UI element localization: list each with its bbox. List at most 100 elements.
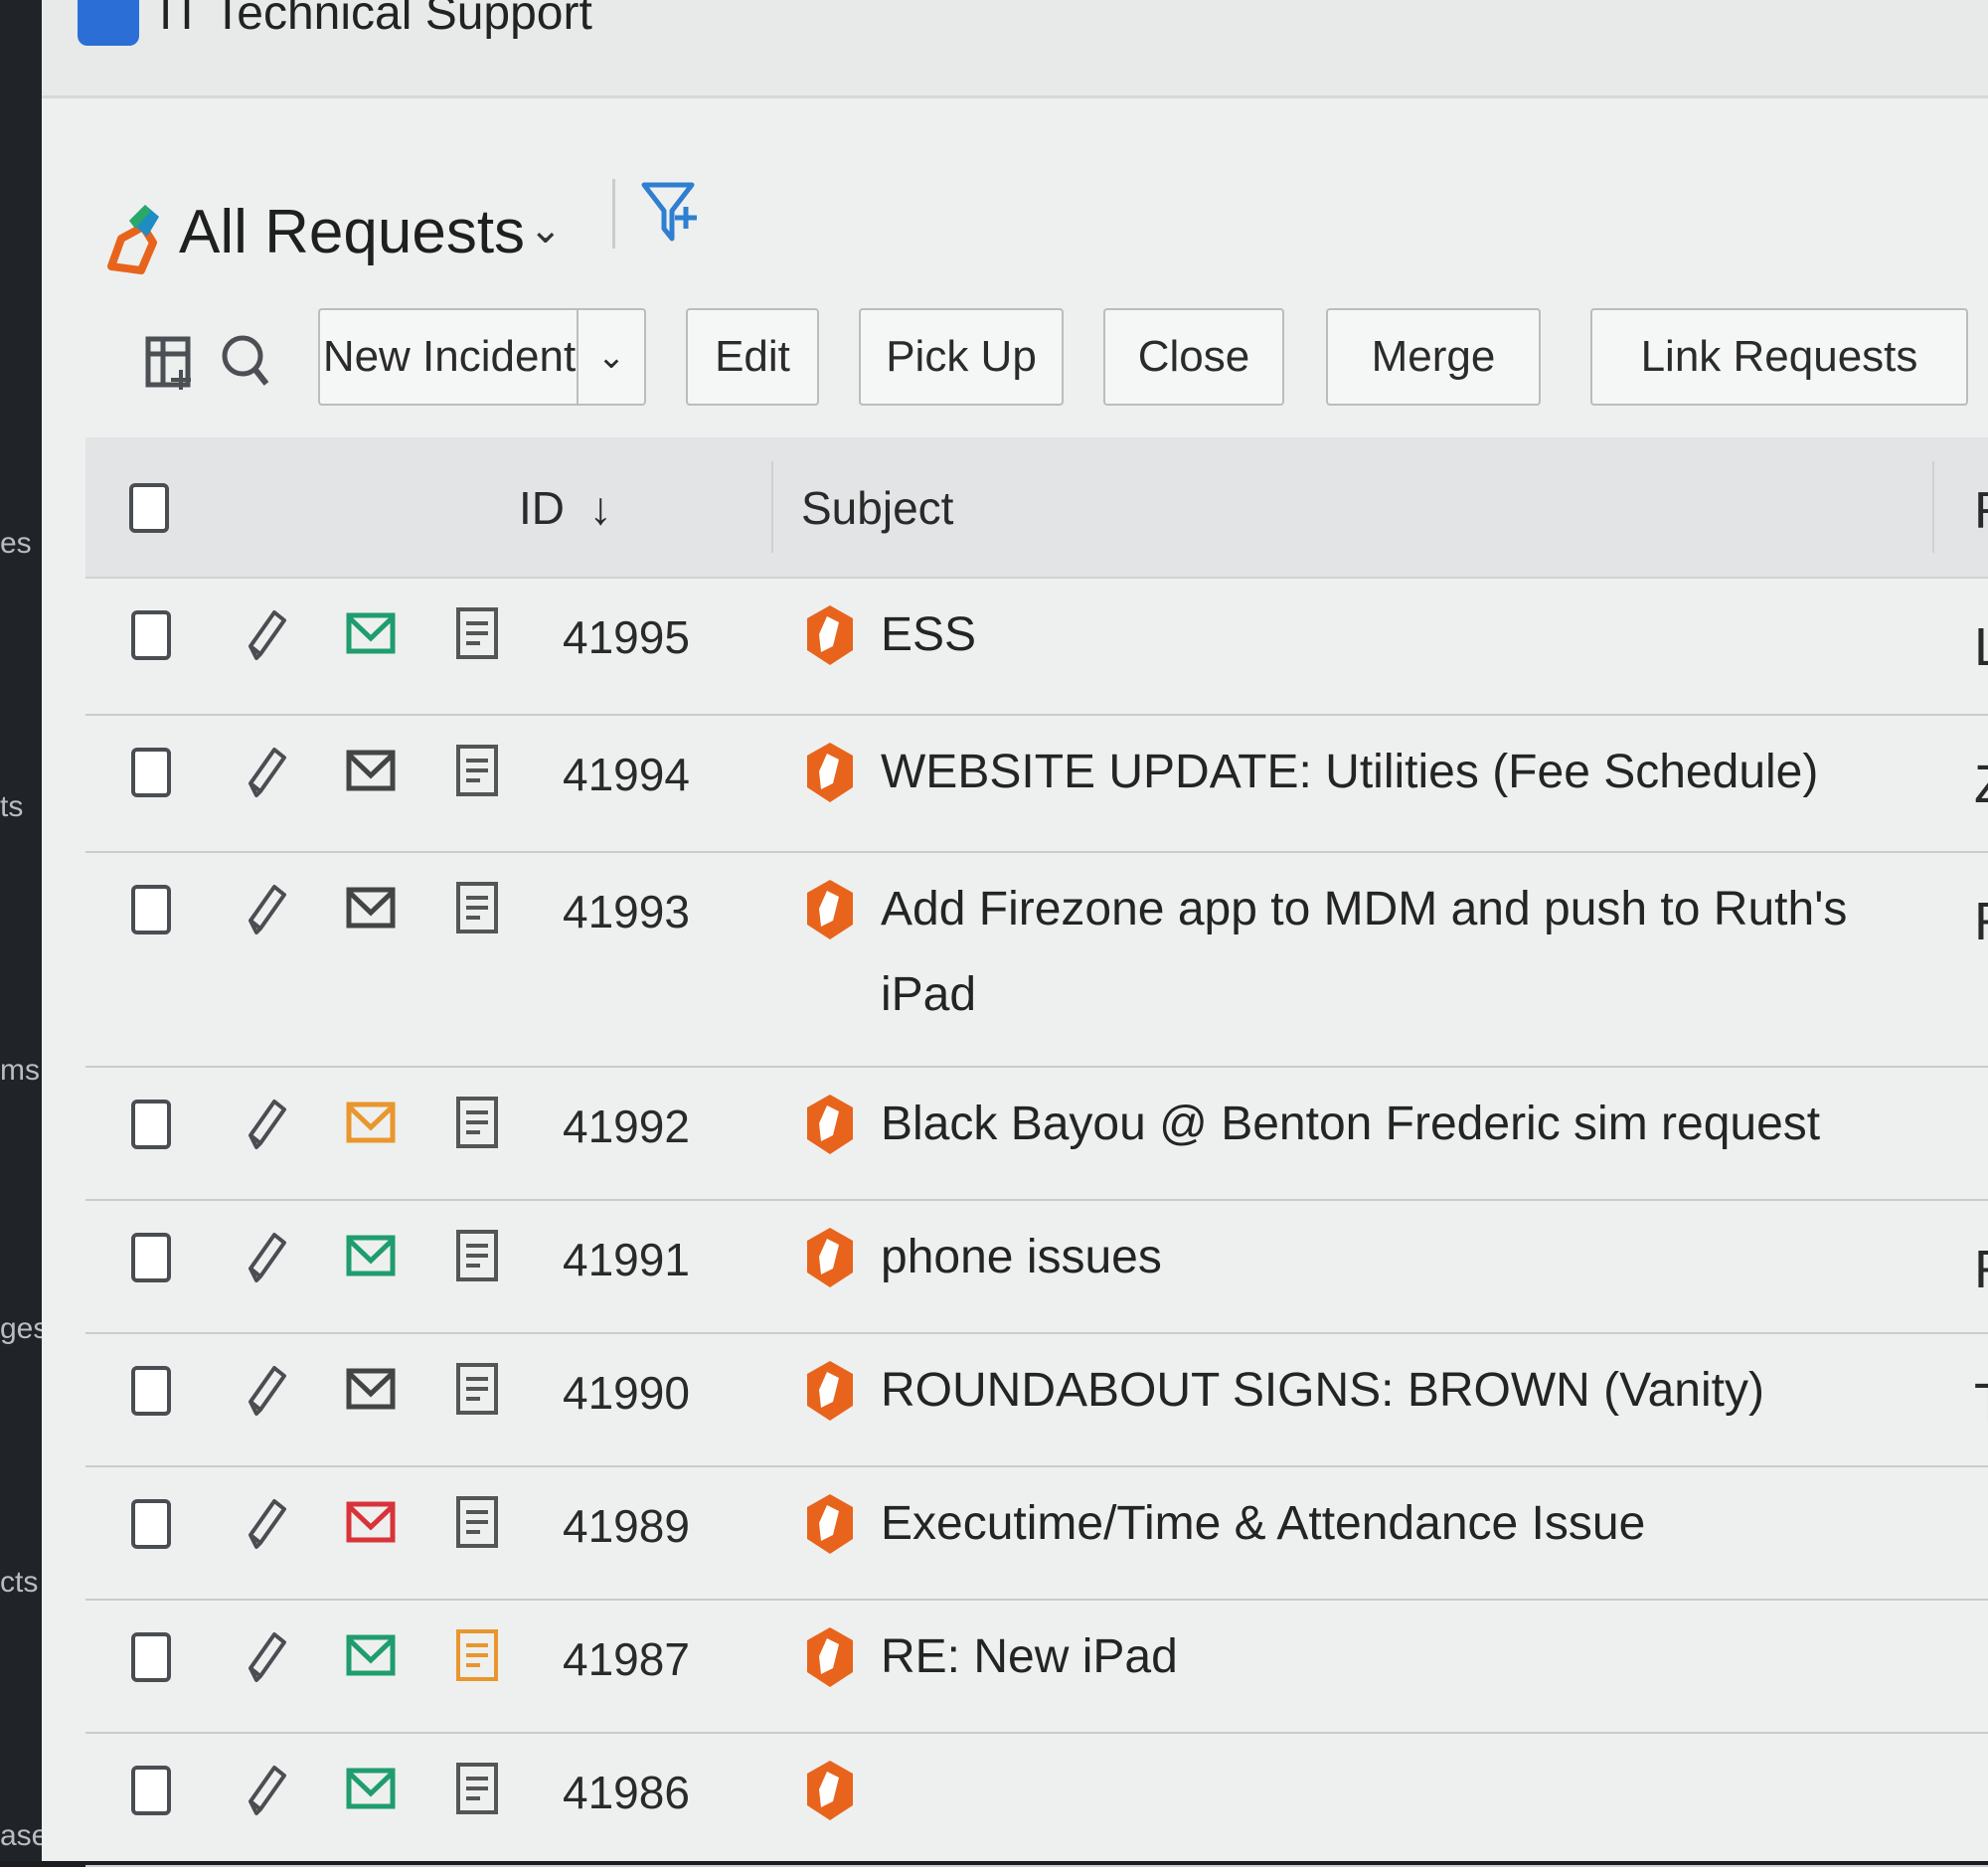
table-row[interactable]: 41986 bbox=[85, 1732, 1988, 1867]
edit-pencil-icon[interactable] bbox=[245, 744, 288, 804]
mail-icon[interactable] bbox=[346, 1634, 396, 1681]
row-checkbox[interactable] bbox=[131, 610, 171, 660]
notes-icon[interactable] bbox=[455, 1096, 499, 1154]
request-subject[interactable]: ROUNDABOUT SIGNS: BROWN (Vanity) bbox=[881, 1348, 1914, 1434]
add-filter-icon[interactable] bbox=[638, 177, 708, 247]
request-subject[interactable]: Executime/Time & Attendance Issue bbox=[881, 1481, 1914, 1567]
mail-icon[interactable] bbox=[346, 1501, 396, 1548]
mail-icon[interactable] bbox=[346, 750, 396, 796]
sidebar-fragment[interactable]: ts bbox=[0, 790, 23, 824]
edit-pencil-icon[interactable] bbox=[245, 1229, 288, 1289]
request-subject[interactable]: WEBSITE UPDATE: Utilities (Fee Schedule) bbox=[881, 730, 1914, 815]
request-subject[interactable]: Black Bayou @ Benton Frederic sim reques… bbox=[881, 1082, 1914, 1167]
request-id[interactable]: 41994 bbox=[563, 748, 690, 801]
notes-icon[interactable] bbox=[455, 744, 499, 802]
new-incident-dropdown[interactable]: ⌄ bbox=[577, 308, 646, 406]
app-title: IT Technical Support bbox=[159, 0, 592, 40]
table-header: ID ↓ Subject Re bbox=[85, 437, 1988, 579]
table-row[interactable]: 41991 phone issues Ry bbox=[85, 1199, 1988, 1334]
merge-button[interactable]: Merge bbox=[1326, 308, 1541, 406]
sidebar-fragment[interactable]: cts bbox=[0, 1566, 38, 1600]
column-header-requester[interactable]: Re bbox=[1974, 481, 1988, 541]
request-id[interactable]: 41995 bbox=[563, 610, 690, 664]
column-header-label: ID bbox=[519, 482, 565, 534]
requester-name[interactable]: Ru bbox=[1974, 891, 1988, 952]
request-subject[interactable]: Add Firezone app to MDM and push to Ruth… bbox=[881, 867, 1914, 1038]
pick-up-button[interactable]: Pick Up bbox=[859, 308, 1064, 406]
view-title[interactable]: All Requests bbox=[179, 197, 525, 267]
mail-icon[interactable] bbox=[346, 1235, 396, 1281]
chevron-down-icon: ⌄ bbox=[596, 338, 626, 376]
request-id[interactable]: 41989 bbox=[563, 1499, 690, 1553]
notes-icon[interactable] bbox=[455, 881, 499, 939]
new-incident-button[interactable]: New Incident bbox=[318, 308, 579, 406]
edit-button[interactable]: Edit bbox=[686, 308, 819, 406]
request-subject[interactable]: RE: New iPad bbox=[881, 1614, 1914, 1700]
edit-pencil-icon[interactable] bbox=[245, 881, 288, 941]
notes-icon[interactable] bbox=[455, 1229, 499, 1287]
add-column-icon[interactable] bbox=[145, 336, 195, 392]
row-checkbox[interactable] bbox=[131, 1233, 171, 1282]
link-requests-button[interactable]: Link Requests bbox=[1590, 308, 1968, 406]
sidebar-fragment[interactable]: es bbox=[0, 527, 32, 561]
mail-icon[interactable] bbox=[346, 1368, 396, 1415]
requester-name[interactable]: Ry bbox=[1974, 1239, 1988, 1300]
request-id[interactable]: 41987 bbox=[563, 1632, 690, 1686]
table-row[interactable]: 41994 WEBSITE UPDATE: Utilities (Fee Sch… bbox=[85, 714, 1988, 853]
request-subject[interactable]: phone issues bbox=[881, 1215, 1914, 1300]
app-logo-icon bbox=[78, 0, 139, 46]
notes-icon[interactable] bbox=[455, 606, 499, 665]
column-header-subject[interactable]: Subject bbox=[801, 481, 953, 535]
table-row[interactable]: 41990 ROUNDABOUT SIGNS: BROWN (Vanity) T… bbox=[85, 1332, 1988, 1467]
priority-icon bbox=[803, 1225, 857, 1295]
mail-icon[interactable] bbox=[346, 887, 396, 934]
row-checkbox[interactable] bbox=[131, 748, 171, 797]
table-row[interactable]: 41987 RE: New iPad bbox=[85, 1599, 1988, 1734]
table-row[interactable]: 41989 Executime/Time & Attendance Issue bbox=[85, 1465, 1988, 1601]
row-checkbox[interactable] bbox=[131, 1100, 171, 1149]
column-divider bbox=[1932, 461, 1934, 553]
row-checkbox[interactable] bbox=[131, 1499, 171, 1549]
table-row[interactable]: 41993 Add Firezone app to MDM and push t… bbox=[85, 851, 1988, 1068]
priority-icon bbox=[803, 877, 857, 947]
main-panel: IT Technical Support All Requests ⌄ New … bbox=[42, 0, 1988, 1867]
column-header-id[interactable]: ID ↓ bbox=[519, 481, 612, 535]
edit-pencil-icon[interactable] bbox=[245, 1762, 288, 1822]
table-row[interactable]: 41995 ESS Lu bbox=[85, 577, 1988, 716]
priority-icon bbox=[803, 1758, 857, 1828]
chevron-down-icon[interactable]: ⌄ bbox=[529, 207, 563, 253]
select-all-checkbox[interactable] bbox=[129, 483, 169, 533]
request-id[interactable]: 41990 bbox=[563, 1366, 690, 1420]
notes-icon[interactable] bbox=[455, 1495, 499, 1554]
edit-pencil-icon[interactable] bbox=[245, 606, 288, 667]
row-checkbox[interactable] bbox=[131, 1366, 171, 1416]
sidebar-fragment[interactable]: ms bbox=[0, 1054, 40, 1088]
requester-name[interactable]: Zla bbox=[1974, 754, 1988, 815]
row-checkbox[interactable] bbox=[131, 885, 171, 934]
request-id[interactable]: 41992 bbox=[563, 1100, 690, 1153]
notes-icon[interactable] bbox=[455, 1362, 499, 1421]
edit-pencil-icon[interactable] bbox=[245, 1362, 288, 1423]
priority-icon bbox=[803, 1092, 857, 1162]
requester-name[interactable]: Lu bbox=[1974, 616, 1988, 678]
priority-icon bbox=[803, 1624, 857, 1695]
notes-icon[interactable] bbox=[455, 1628, 499, 1687]
search-icon[interactable] bbox=[219, 330, 272, 390]
row-checkbox[interactable] bbox=[131, 1632, 171, 1682]
mail-icon[interactable] bbox=[346, 1768, 396, 1814]
request-id[interactable]: 41986 bbox=[563, 1766, 690, 1819]
edit-pencil-icon[interactable] bbox=[245, 1628, 288, 1689]
close-button[interactable]: Close bbox=[1103, 308, 1284, 406]
sort-down-icon: ↓ bbox=[588, 482, 612, 534]
mail-icon[interactable] bbox=[346, 1102, 396, 1148]
request-subject[interactable]: ESS bbox=[881, 593, 1914, 678]
notes-icon[interactable] bbox=[455, 1762, 499, 1820]
edit-pencil-icon[interactable] bbox=[245, 1495, 288, 1556]
table-row[interactable]: 41992 Black Bayou @ Benton Frederic sim … bbox=[85, 1066, 1988, 1201]
request-id[interactable]: 41993 bbox=[563, 885, 690, 938]
request-id[interactable]: 41991 bbox=[563, 1233, 690, 1286]
row-checkbox[interactable] bbox=[131, 1766, 171, 1815]
requester-name[interactable]: To bbox=[1974, 1372, 1988, 1434]
mail-icon[interactable] bbox=[346, 612, 396, 659]
edit-pencil-icon[interactable] bbox=[245, 1096, 288, 1156]
